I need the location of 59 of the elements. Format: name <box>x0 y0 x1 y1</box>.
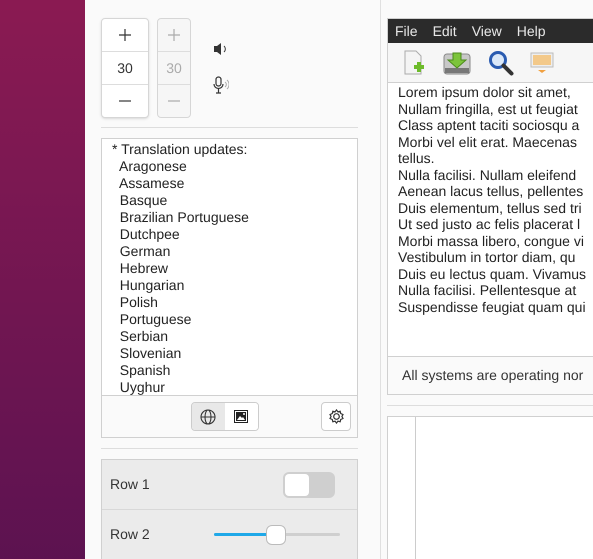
text-line: Spanish <box>118 362 172 379</box>
plus-icon <box>119 29 131 41</box>
text-line: Polish <box>118 294 159 311</box>
slider[interactable] <box>214 524 340 546</box>
slider-thumb[interactable] <box>266 524 286 544</box>
plus-icon <box>168 29 180 41</box>
menu-item[interactable]: Edit <box>432 20 457 42</box>
text-line: Duis elementum, tellus sed tri <box>398 200 583 216</box>
spin-value: 30 <box>158 52 190 85</box>
text-line: Morbi vel elit erat. Maecenas <box>398 134 578 150</box>
text-line: Serbian <box>118 328 170 345</box>
text-line: Hungarian <box>118 277 186 294</box>
text-line: Uyghur <box>118 379 166 396</box>
text-line: Slovenian <box>118 345 182 362</box>
spin-button[interactable]: 30 <box>101 18 149 118</box>
settings-button[interactable] <box>321 402 351 431</box>
text-line: Vestibulum in tortor diam, qu <box>398 249 576 266</box>
text-area[interactable]: * Translation updates: Aragonese Assamese Basque Brazilian Portuguese Dutchpee German Hebrew Hungarian Polish Portuguese Serbian Slovenian Spanish Uyghur <box>102 139 357 395</box>
menu-item[interactable]: View <box>472 20 502 42</box>
status-text: All systems are operating nor <box>402 366 584 385</box>
text-line: Nullam fringilla, est ut feugiat <box>398 100 579 117</box>
minus-icon <box>119 100 131 102</box>
text-line: Assamese <box>118 175 186 192</box>
menu-item[interactable]: File <box>395 20 418 42</box>
text-line: Brazilian Portuguese <box>118 209 250 226</box>
toggle-button[interactable] <box>224 403 258 430</box>
new-document-icon[interactable] <box>402 50 426 76</box>
text-line: Suspendisse feugiat quam qui <box>398 298 587 315</box>
microphone-icon <box>213 76 229 94</box>
toggle-switch[interactable] <box>283 472 335 498</box>
row-label: Row 2 <box>110 525 151 544</box>
text-line: Class aptent taciti sociosqu a <box>398 117 580 134</box>
menu-item[interactable]: Help <box>516 20 546 42</box>
text-line: Nulla facilisi. Pellentesque at <box>398 282 578 298</box>
settings-icon <box>328 409 344 424</box>
image-icon <box>234 410 248 423</box>
text-line: Ut sed justo ac felis placerat l <box>398 216 582 232</box>
text-line: German <box>118 243 172 260</box>
spin-value: 30 <box>102 52 148 85</box>
minus-icon <box>168 100 180 102</box>
globe-icon <box>200 408 216 424</box>
row-label: Row 1 <box>110 475 151 494</box>
text-line: Aragonese <box>118 158 188 175</box>
text-line: Nulla facilisi. Nullam eleifend <box>398 166 578 183</box>
text-line: Hebrew <box>118 260 170 277</box>
text-line: Lorem ipsum dolor sit amet, <box>398 84 572 100</box>
magnifier-icon[interactable] <box>488 50 514 76</box>
text-line: Portuguese <box>118 311 192 328</box>
download-drive-icon[interactable] <box>442 50 472 76</box>
text-line: Basque <box>118 192 168 209</box>
text-line: Morbi massa libero, congue vi <box>398 232 585 249</box>
text-line: Duis eu lectus quam. Vivamus <box>398 266 588 282</box>
toggle-button[interactable] <box>192 403 224 430</box>
text-line: * Translation updates: <box>112 141 248 158</box>
text-line: Aenean lacus tellus, pellentes <box>398 183 584 200</box>
text-view[interactable] <box>388 83 593 356</box>
text-line: Dutchpee <box>118 226 181 243</box>
text-line: tellus. <box>398 150 436 166</box>
speaker-icon <box>213 42 229 56</box>
